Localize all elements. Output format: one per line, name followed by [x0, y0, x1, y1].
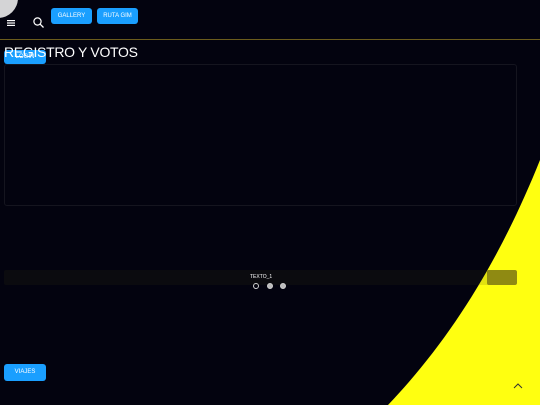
carousel-slide-label: TEXTO_1 [250, 274, 273, 280]
page-root: GALLERY RUTA GIM LOGIN REGISTRO Y VOTOS … [0, 0, 540, 405]
carousel-dot-1[interactable] [253, 283, 259, 289]
hamburger-menu-icon[interactable] [6, 14, 18, 26]
header-divider [0, 39, 540, 40]
gallery-button[interactable]: GALLERY [51, 8, 92, 24]
carousel-dot-3[interactable] [280, 283, 286, 289]
viajes-button[interactable]: VIAJES [4, 364, 46, 381]
chevron-up-icon[interactable] [512, 377, 524, 389]
carousel-progress-fill [487, 270, 517, 285]
carousel-dot-2[interactable] [267, 283, 273, 289]
ruta-gim-button[interactable]: RUTA GIM [97, 8, 138, 24]
search-icon[interactable] [32, 14, 45, 28]
page-title: REGISTRO Y VOTOS [4, 44, 138, 60]
content-panel [4, 64, 517, 206]
